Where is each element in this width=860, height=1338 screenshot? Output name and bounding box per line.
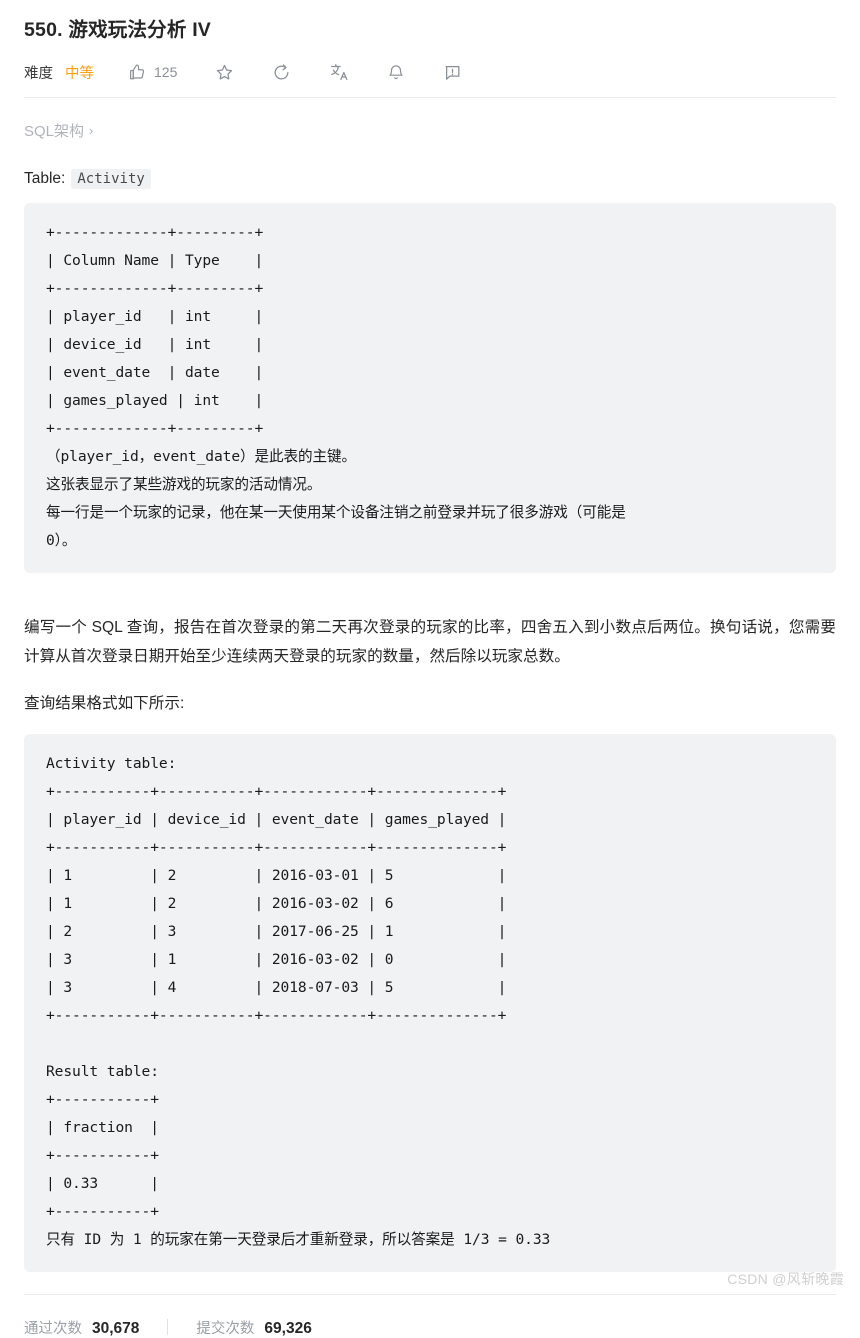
- like-count: 125: [154, 64, 178, 80]
- stats-separator: [167, 1319, 169, 1336]
- accepted-value: 30,678: [92, 1319, 140, 1337]
- example-code-block: Activity table: +-----------+-----------…: [24, 733, 836, 1272]
- meta-toolbar: 难度 中等 125: [24, 53, 836, 91]
- schema-code-block: +-------------+---------+ | Column Name …: [24, 203, 836, 573]
- breadcrumb-label: SQL架构: [24, 123, 85, 140]
- chevron-right-icon: ›: [89, 123, 94, 138]
- table-intro-prefix: Table:: [24, 170, 66, 187]
- accepted-stat: 通过次数 30,678: [24, 1317, 139, 1338]
- like-button[interactable]: 125: [128, 63, 177, 81]
- star-icon: [215, 63, 234, 82]
- favorite-button[interactable]: [215, 63, 234, 82]
- share-circle-icon: [272, 63, 291, 82]
- stats-row: 通过次数 30,678 提交次数 69,326: [24, 1317, 836, 1338]
- csdn-watermark: CSDN @风斩晚霞: [727, 1271, 844, 1287]
- share-button[interactable]: [272, 63, 291, 82]
- table-name-code: Activity: [71, 169, 151, 189]
- difficulty-label: 难度: [24, 65, 53, 82]
- comment-alert-icon: [443, 63, 462, 82]
- translate-button[interactable]: [329, 62, 349, 82]
- submissions-label: 提交次数: [196, 1320, 255, 1337]
- breadcrumb[interactable]: SQL架构 ›: [24, 120, 836, 141]
- problem-page: 550. 游戏玩法分析 IV 难度 中等 125 SQL架构 › Table: …: [0, 0, 860, 1337]
- header-divider: [24, 97, 836, 98]
- table-intro: Table: Activity: [24, 169, 836, 189]
- question-paragraph: 编写一个 SQL 查询，报告在首次登录的第二天再次登录的玩家的比率，四舍五入到小…: [24, 619, 836, 665]
- difficulty-badge[interactable]: 中等: [65, 62, 94, 83]
- example-code-text: Activity table: +-----------+-----------…: [46, 754, 551, 1248]
- schema-code-text: +-------------+---------+ | Column Name …: [46, 224, 626, 549]
- notification-button[interactable]: [387, 63, 405, 82]
- bell-icon: [387, 63, 405, 82]
- result-format-line: 查询结果格式如下所示:: [24, 695, 185, 712]
- submissions-stat: 提交次数 69,326: [196, 1317, 311, 1338]
- page-title: 550. 游戏玩法分析 IV: [24, 19, 212, 41]
- stats-divider: [24, 1293, 836, 1295]
- submissions-value: 69,326: [264, 1319, 312, 1337]
- thumbs-up-icon: [128, 63, 146, 81]
- accepted-label: 通过次数: [24, 1320, 82, 1337]
- translate-icon: [329, 62, 349, 82]
- report-button[interactable]: [443, 63, 462, 82]
